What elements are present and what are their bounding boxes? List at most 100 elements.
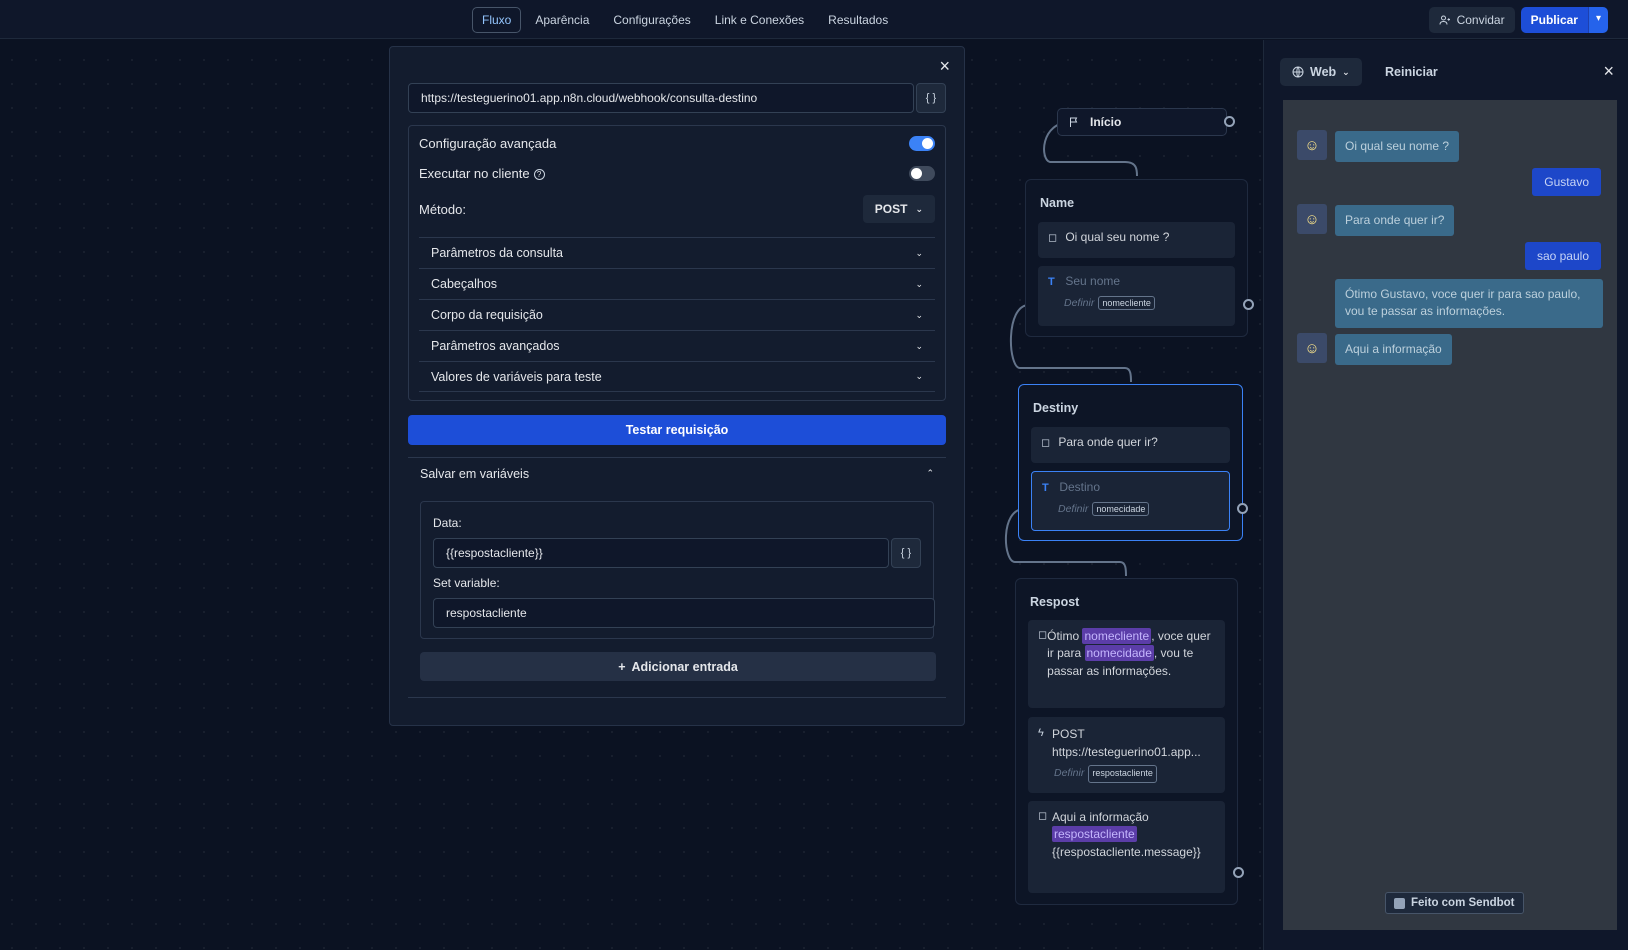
- close-preview-icon[interactable]: ×: [1603, 62, 1614, 80]
- user-message: sao paulo: [1524, 242, 1601, 270]
- url-input[interactable]: https://testeguerino01.app.n8n.cloud/web…: [408, 83, 914, 113]
- block-text: Oi qual seu nome ?: [1065, 230, 1170, 244]
- test-request-button[interactable]: Testar requisição: [408, 415, 946, 445]
- method-label: Método:: [419, 201, 466, 217]
- set-label: Definir: [1058, 503, 1089, 515]
- message-block[interactable]: ◻ Ótimo nomecliente, voce quer ir para n…: [1028, 620, 1225, 708]
- set-variable-label: Set variable:: [433, 576, 500, 590]
- method-row: Método: POST ⌄: [419, 195, 935, 223]
- section-body[interactable]: Corpo da requisição ⌄: [419, 299, 935, 330]
- chevron-down-icon: ⌄: [1342, 66, 1350, 77]
- text-bubble-block[interactable]: ◻ Oi qual seu nome ?: [1038, 222, 1235, 258]
- add-entry-button[interactable]: + Adicionar entrada: [420, 652, 936, 681]
- name-output-port[interactable]: [1243, 299, 1254, 310]
- save-variables-header[interactable]: Salvar em variáveis ⌃: [408, 457, 946, 489]
- variable-highlight: nomecliente: [1082, 628, 1152, 644]
- chevron-down-icon: ⌄: [915, 340, 923, 351]
- advanced-config-toggle[interactable]: [909, 136, 935, 151]
- flag-icon: [1070, 117, 1078, 127]
- tab-aparencia[interactable]: Aparência: [525, 7, 599, 33]
- text-input-block[interactable]: T Seu nome Definir nomecliente: [1038, 266, 1235, 326]
- set-variable-select[interactable]: respostacliente: [433, 598, 935, 628]
- start-node[interactable]: Início: [1057, 108, 1227, 136]
- plus-icon: +: [618, 659, 626, 674]
- invite-label: Convidar: [1456, 13, 1505, 27]
- bot-avatar: ☺: [1297, 333, 1327, 363]
- variable-picker-button[interactable]: { }: [891, 538, 921, 568]
- tab-resultados[interactable]: Resultados: [818, 7, 898, 33]
- info-message-block[interactable]: ◻ Aqui a informação respostacliente {{re…: [1028, 801, 1225, 893]
- advanced-config-box: Configuração avançada Executar no client…: [408, 125, 946, 401]
- start-label: Início: [1090, 115, 1122, 129]
- chat-bubble-icon: ◻: [1038, 810, 1048, 822]
- chevron-down-icon: ⌄: [915, 247, 923, 258]
- close-icon[interactable]: ×: [939, 57, 950, 75]
- publish-button[interactable]: Publicar: [1520, 7, 1588, 33]
- set-variable-row: respostacliente: [433, 598, 935, 628]
- restart-button[interactable]: Reiniciar: [1385, 65, 1438, 79]
- message-text: Ótimo nomecliente, voce quer ir para nom…: [1047, 628, 1211, 678]
- globe-icon: [1292, 66, 1304, 78]
- execute-client-toggle[interactable]: [909, 166, 935, 181]
- user-message: Gustavo: [1532, 168, 1601, 196]
- chevron-down-icon: ⌄: [915, 278, 923, 289]
- webhook-settings-modal: × https://testeguerino01.app.n8n.cloud/w…: [389, 46, 965, 726]
- start-output-port[interactable]: [1224, 116, 1235, 127]
- group-name[interactable]: Name ◻ Oi qual seu nome ? T Seu nome Def…: [1025, 179, 1248, 337]
- chevron-down-icon: ⌄: [915, 309, 923, 320]
- chat-bubble-icon: ◻: [1048, 232, 1058, 244]
- text-input-block-selected[interactable]: T Destino Definir nomecidade: [1031, 471, 1230, 531]
- group-title: Name: [1040, 196, 1075, 210]
- set-label: Definir: [1064, 297, 1095, 309]
- section-query-params[interactable]: Parâmetros da consulta ⌄: [419, 237, 935, 268]
- data-input[interactable]: {{respostacliente}}: [433, 538, 889, 568]
- webhook-method: POST: [1052, 727, 1085, 741]
- bot-message: Para onde quer ir?: [1335, 205, 1455, 237]
- text-bubble-block[interactable]: ◻ Para onde quer ir?: [1031, 427, 1230, 463]
- set-label: Definir: [1054, 766, 1085, 779]
- section-advanced-params[interactable]: Parâmetros avançados ⌄: [419, 330, 935, 361]
- sendbot-badge[interactable]: Feito com Sendbot: [1385, 892, 1524, 914]
- help-icon[interactable]: ?: [533, 169, 545, 181]
- url-row: https://testeguerino01.app.n8n.cloud/web…: [408, 83, 946, 113]
- main-tabs: Fluxo Aparência Configurações Link e Con…: [472, 7, 898, 33]
- chevron-down-icon: ⌄: [915, 203, 923, 214]
- tab-link-conexoes[interactable]: Link e Conexões: [705, 7, 814, 33]
- group-title: Destiny: [1033, 401, 1079, 415]
- publish-dropdown-button[interactable]: ▾: [1587, 7, 1608, 33]
- input-placeholder: Seu nome: [1065, 274, 1121, 288]
- set-variable-row: Definir nomecidade: [1042, 502, 1219, 516]
- users-icon: [1439, 15, 1450, 25]
- sendbot-logo-icon: [1394, 897, 1405, 909]
- section-test-values[interactable]: Valores de variáveis para teste ⌄: [419, 361, 935, 392]
- advanced-config-label: Configuração avançada: [419, 136, 557, 151]
- top-bar: Fluxo Aparência Configurações Link e Con…: [0, 0, 1628, 39]
- variable-tag: nomecliente: [1098, 296, 1155, 310]
- tab-fluxo[interactable]: Fluxo: [472, 7, 522, 33]
- respost-output-port[interactable]: [1233, 867, 1244, 878]
- chat-preview: ☺ Oi qual seu nome ? Gustavo ☺ Para onde…: [1283, 100, 1617, 930]
- variable-highlight: nomecidade: [1084, 645, 1154, 662]
- set-variable-row: Definir respostacliente: [1038, 765, 1215, 783]
- group-destiny[interactable]: Destiny ◻ Para onde quer ir? T Destino D…: [1018, 384, 1243, 541]
- platform-select[interactable]: Web ⌄: [1280, 58, 1362, 86]
- section-headers[interactable]: Cabeçalhos ⌄: [419, 268, 935, 299]
- text-input-icon: T: [1048, 276, 1055, 288]
- variable-tag: nomecidade: [1092, 502, 1150, 516]
- method-select[interactable]: POST ⌄: [862, 195, 935, 223]
- invite-button[interactable]: Convidar: [1428, 7, 1515, 33]
- variable-picker-button[interactable]: { }: [916, 83, 946, 113]
- group-respost[interactable]: Respost ◻ Ótimo nomecliente, voce quer i…: [1015, 578, 1238, 905]
- bot-message: Aqui a informação: [1335, 334, 1452, 366]
- bot-avatar: ☺: [1297, 204, 1327, 234]
- tab-configuracoes[interactable]: Configurações: [603, 7, 700, 33]
- chevron-up-icon: ⌃: [926, 468, 934, 478]
- set-variable-row: Definir nomecliente: [1048, 296, 1225, 310]
- chat-bubble-icon: ◻: [1038, 629, 1048, 641]
- variable-tag: respostacliente: [1088, 765, 1157, 783]
- webhook-block[interactable]: ϟ POST https://testeguerino01.app... Def…: [1028, 717, 1225, 793]
- preview-panel: Web ⌄ Reiniciar × ☺ Oi qual seu nome ? G…: [1263, 40, 1628, 950]
- execute-client-label: Executar no cliente: [419, 166, 530, 181]
- top-actions: Convidar Publicar ▾: [1428, 7, 1608, 33]
- destiny-output-port[interactable]: [1237, 503, 1248, 514]
